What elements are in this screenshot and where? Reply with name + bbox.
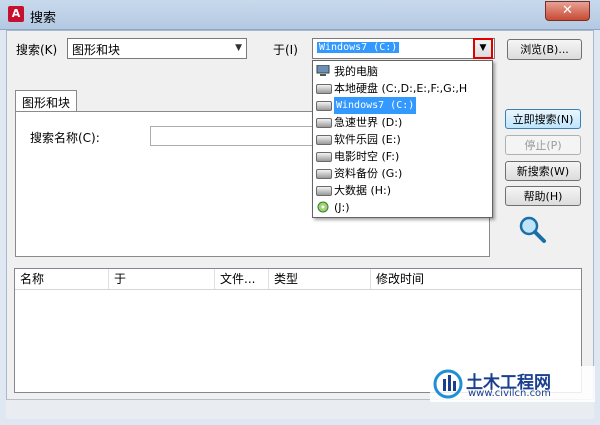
dropdown-item-local-disk[interactable]: 本地硬盘 (C:,D:,E:,F:,G:,H [314,80,492,97]
search-type-label: 搜索(K) [16,43,58,57]
dropdown-item-label: 我的电脑 [334,65,378,78]
close-button[interactable]: ✕ [545,1,590,21]
autocad-logo-icon: A [8,6,24,22]
column-header-modified[interactable]: 修改时间 [371,269,521,289]
dropdown-item-c-drive[interactable]: Windows7 (C:) [314,97,492,114]
dropdown-item-label: 本地硬盘 (C:,D:,E:,F:,G:,H [334,82,468,95]
computer-icon [316,65,330,76]
location-value: Windows7 (C:) [317,42,400,53]
dropdown-item-my-computer[interactable]: 我的电脑 [314,63,492,80]
column-header-name[interactable]: 名称 [15,269,109,289]
search-now-button[interactable]: 立即搜索(N) [505,109,581,129]
column-header-size[interactable]: 文件... [215,269,269,289]
dropdown-item-h-drive[interactable]: 大数据 (H:) [314,182,492,199]
search-name-input[interactable] [150,126,315,146]
window-title: 搜索 [30,11,57,26]
watermark-url: www.civilcn.com [468,388,551,399]
dropdown-item-label: (J:) [334,201,350,214]
location-dropdown-list[interactable]: 我的电脑 本地硬盘 (C:,D:,E:,F:,G:,H Windows7 (C:… [312,60,493,218]
dropdown-item-f-drive[interactable]: 电影时空 (F:) [314,148,492,165]
dropdown-item-label: 资料备份 (G:) [334,167,403,180]
magnifier-icon [518,215,548,245]
new-search-button[interactable]: 新搜索(W) [505,161,581,181]
dropdown-item-d-drive[interactable]: 急速世界 (D:) [314,114,492,131]
dropdown-item-label: 软件乐园 (E:) [334,133,401,146]
title-bar [0,0,600,30]
search-name-label: 搜索名称(C): [30,131,100,145]
column-header-in[interactable]: 于 [109,269,215,289]
drive-icon [316,84,332,94]
tab-label: 图形和块 [22,96,71,110]
drive-icon [316,169,332,179]
dropdown-item-j-drive[interactable]: (J:) [314,199,492,216]
dropdown-item-e-drive[interactable]: 软件乐园 (E:) [314,131,492,148]
watermark: 土木工程网 www.civilcn.com [430,366,595,402]
drive-icon [316,152,332,162]
dropdown-item-label: 大数据 (H:) [334,184,392,197]
location-dropdown-button[interactable]: ▼ [473,38,493,59]
column-header-type[interactable]: 类型 [269,269,371,289]
drive-icon [316,118,332,128]
search-type-value: 图形和块 [72,43,121,57]
tab-drawings-and-blocks[interactable]: 图形和块 [15,90,77,112]
chevron-down-icon: ▼ [479,43,487,53]
stop-button[interactable]: 停止(P) [505,135,581,155]
results-header: 名称 于 文件... 类型 修改时间 [15,269,581,290]
help-button[interactable]: 帮助(H) [505,186,581,206]
dropdown-item-g-drive[interactable]: 资料备份 (G:) [314,165,492,182]
drive-icon [316,101,332,111]
location-label: 于(I) [273,43,298,57]
dropdown-item-label: 电影时空 (F:) [334,150,400,163]
dropdown-item-label: Windows7 (C:) [334,97,417,114]
drive-icon [316,186,332,196]
location-select[interactable]: Windows7 (C:) [312,38,495,59]
chevron-down-icon: ▼ [235,43,242,53]
drive-icon [316,135,332,145]
cd-drive-icon [317,201,329,213]
watermark-logo [433,369,463,399]
browse-button[interactable]: 浏览(B)... [507,39,582,60]
dropdown-item-label: 急速世界 (D:) [334,116,403,129]
status-bar [6,399,594,419]
search-type-select[interactable]: 图形和块 ▼ [67,38,247,59]
